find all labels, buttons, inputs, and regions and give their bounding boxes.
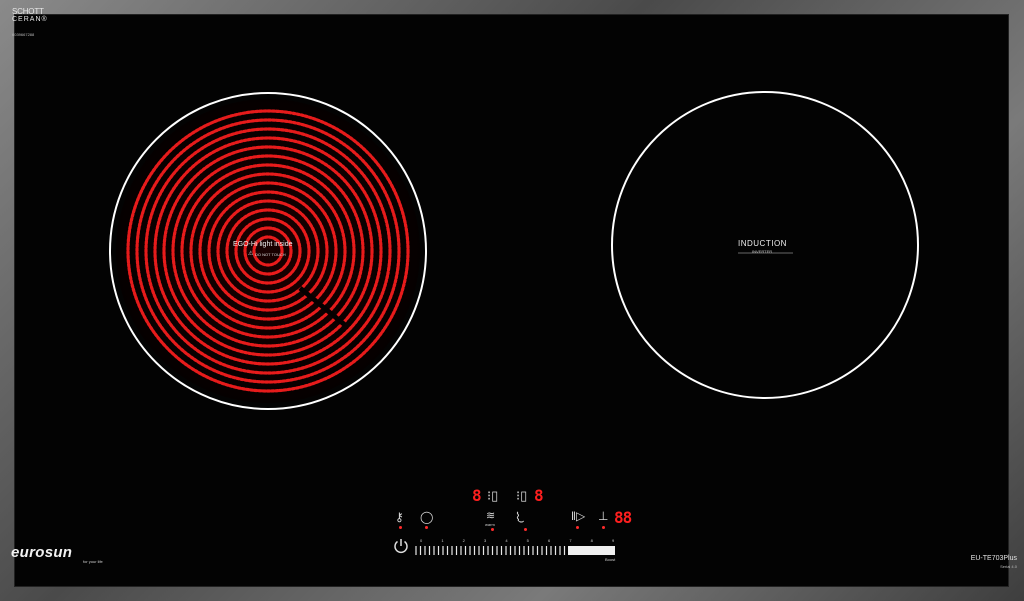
- cooking-zones: [109, 91, 919, 410]
- model-number: EU-TE703Plus: [970, 555, 1017, 562]
- slider-number-0: 0: [420, 538, 423, 543]
- timer-display: 88: [614, 508, 632, 527]
- slider-number-4: 4: [505, 538, 508, 543]
- lock-key-icon[interactable]: ⚷: [395, 511, 404, 523]
- slider-number-2: 2: [462, 538, 465, 543]
- right-zone-display: 8: [534, 486, 544, 505]
- ego-label: EGO-Hi light inside: [233, 241, 293, 248]
- slider-number-5: 5: [526, 538, 529, 543]
- eurosun-tagline: for your life: [83, 559, 103, 564]
- slider-number-6: 6: [548, 538, 551, 543]
- warm-indicator: [491, 528, 494, 531]
- slider-number-1: 1: [441, 538, 444, 543]
- slider-number-3: 3: [484, 538, 487, 543]
- do-not-touch-label: DO NOT TOUCH: [255, 252, 286, 257]
- slider-end-label: Boost: [605, 557, 616, 562]
- hot-warning-icon: ⚠: [248, 251, 254, 257]
- lock-indicator: [399, 526, 402, 529]
- pause-indicator: [576, 526, 579, 529]
- left-zone-indicator-icon: ⁝▯: [487, 488, 499, 503]
- warm-label: warm: [485, 522, 495, 527]
- pan-base-icon: ⌣: [518, 516, 525, 527]
- timer-icon[interactable]: ⊥: [598, 510, 608, 522]
- radiant-zone-heater: [116, 99, 420, 403]
- inverter-label: INVERTER: [752, 249, 773, 254]
- timer-indicator: [602, 526, 605, 529]
- right-zone-indicator-icon: ⁝▯: [516, 488, 528, 503]
- slider-number-8: 8: [590, 538, 593, 543]
- warm-icon[interactable]: ≋: [486, 511, 495, 522]
- eurosun-logo: eurosun: [11, 544, 73, 561]
- zone-indicator: [425, 526, 428, 529]
- pause-play-icon[interactable]: ‖▷: [571, 510, 585, 522]
- series-label: Serial 4.0: [1000, 564, 1017, 569]
- slider-number-9: 9: [612, 538, 615, 543]
- pan-indicator: [524, 528, 527, 531]
- left-zone-display: 8: [472, 486, 482, 505]
- induction-label: INDUCTION: [738, 239, 787, 248]
- power-zone-icon[interactable]: ◯: [420, 511, 433, 523]
- slider-number-7: 7: [569, 538, 572, 543]
